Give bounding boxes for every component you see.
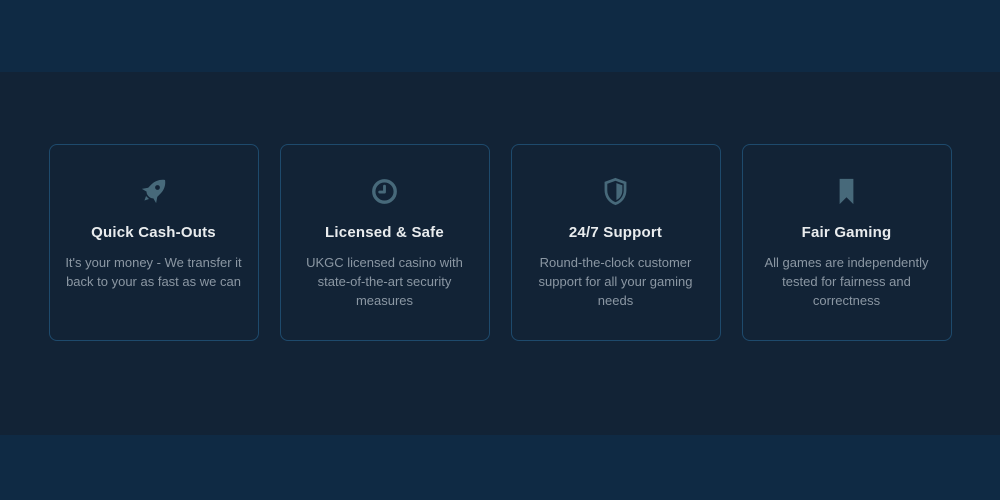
feature-card-support: 24/7 Support Round-the-clock customer su… bbox=[511, 144, 721, 341]
card-description: Round-the-clock customer support for all… bbox=[522, 254, 710, 311]
bottom-bar bbox=[0, 435, 1000, 500]
card-description: All games are independently tested for f… bbox=[753, 254, 941, 311]
card-title: 24/7 Support bbox=[522, 224, 710, 241]
top-bar bbox=[0, 0, 1000, 72]
card-description: It's your money - We transfer it back to… bbox=[60, 254, 248, 292]
shield-icon bbox=[522, 172, 710, 210]
card-description: UKGC licensed casino with state-of-the-a… bbox=[291, 254, 479, 311]
feature-card-fair-gaming: Fair Gaming All games are independently … bbox=[742, 144, 952, 341]
card-title: Licensed & Safe bbox=[291, 224, 479, 241]
card-title: Quick Cash-Outs bbox=[60, 224, 248, 241]
feature-card-quick-cash-outs: Quick Cash-Outs It's your money - We tra… bbox=[49, 144, 259, 341]
card-title: Fair Gaming bbox=[753, 224, 941, 241]
feature-cards: Quick Cash-Outs It's your money - We tra… bbox=[0, 144, 1000, 341]
bookmark-icon bbox=[753, 172, 941, 210]
rocket-icon bbox=[60, 172, 248, 210]
clock-icon bbox=[291, 172, 479, 210]
features-section: Quick Cash-Outs It's your money - We tra… bbox=[0, 72, 1000, 435]
feature-card-licensed-safe: Licensed & Safe UKGC licensed casino wit… bbox=[280, 144, 490, 341]
